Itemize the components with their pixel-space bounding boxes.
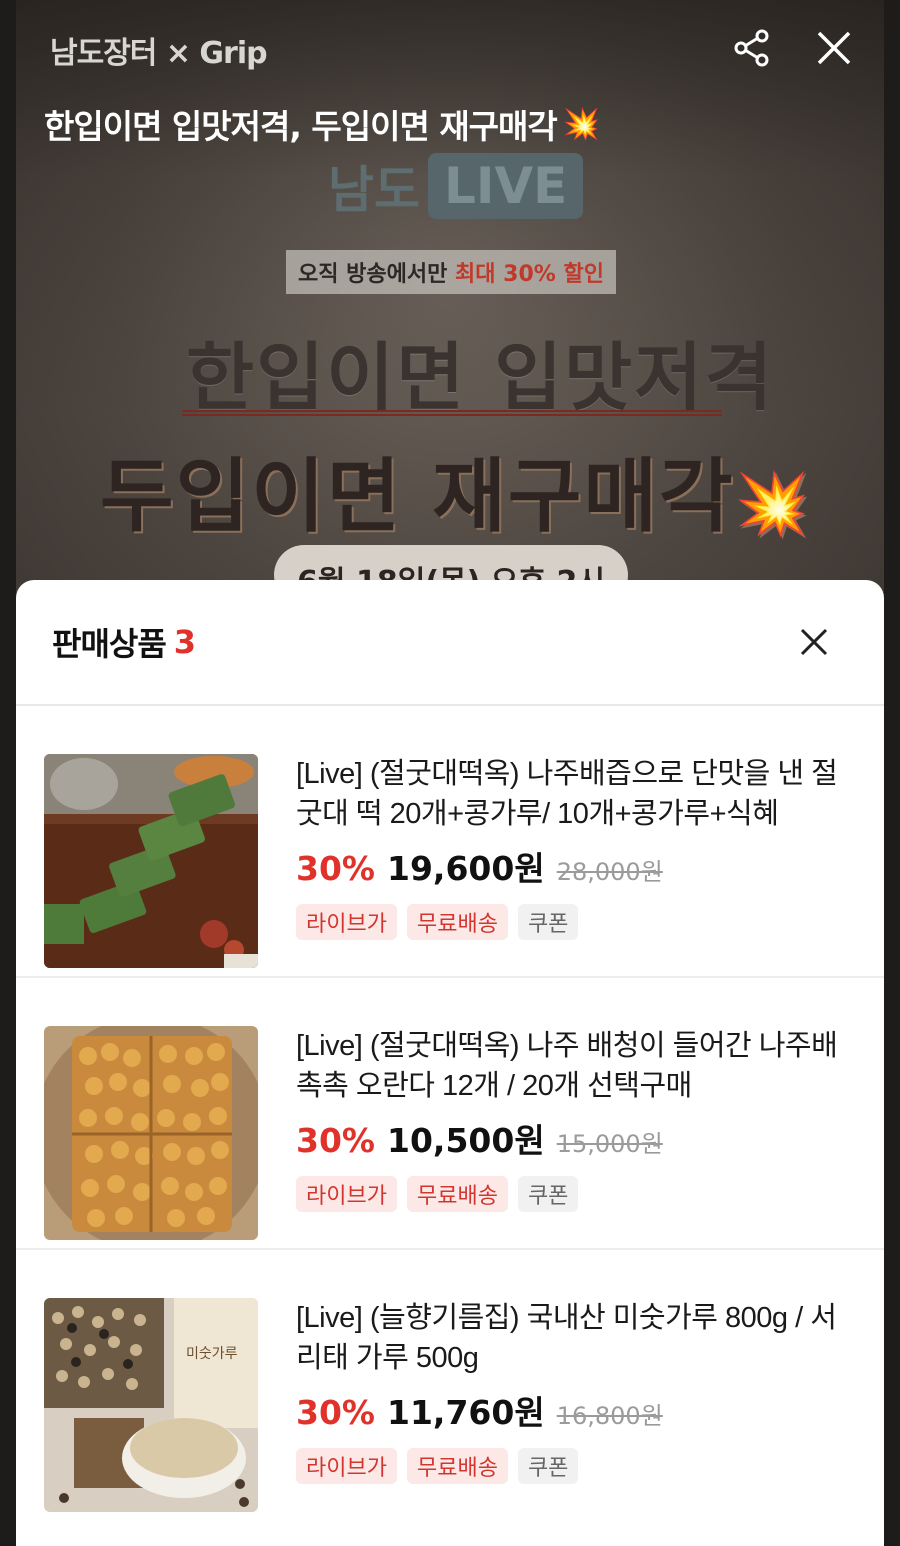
product-tags: 라이브가 무료배송 쿠폰 [296,904,856,940]
product-image-misutgaru: 미숫가루 [44,1298,258,1512]
product-item[interactable]: [Live] (절굿대떡옥) 나주 배청이 들어간 나주배 촉촉 오란다 12개… [16,978,884,1250]
tag-live-price: 라이브가 [296,1176,397,1212]
price-row: 30% 19,600원 28,000원 [296,842,856,890]
discount-strip: 오직 방송에서만 최대 30% 할인 [286,250,616,294]
share-icon[interactable] [730,26,774,70]
sheet-close-button[interactable] [794,622,834,662]
product-name: [Live] (절굿대떡옥) 나주 배청이 들어간 나주배 촉촉 오란다 12개… [296,1030,838,1102]
product-info: [Live] (늘향기름집) 국내산 미숫가루 800g / 서리태 가루 50… [296,1298,856,1522]
product-tags: 라이브가 무료배송 쿠폰 [296,1176,856,1212]
sheet-header: 판매상품 3 [16,580,884,706]
product-name: [Live] (절굿대떡옥) 나주배즙으로 단맛을 낸 절굿대 떡 20개+콩가… [296,758,838,830]
price-row: 30% 10,500원 15,000원 [296,1114,856,1162]
sheet-title: 판매상품 [52,625,167,663]
discount-highlight: 최대 30% 할인 [455,262,604,287]
product-sheet: 판매상품 3 [Live] (절굿대떡옥) 나주배즙으로 단맛을 낸 절굿대 떡… [16,580,884,1546]
explosion-icon: 💥 [734,469,812,539]
discount-rate: 30% [296,1121,375,1160]
poster-headline-2: 두입이면 재구매각💥 [100,432,811,548]
product-info: [Live] (절굿대떡옥) 나주배즙으로 단맛을 낸 절굿대 떡 20개+콩가… [296,754,856,976]
tag-coupon: 쿠폰 [517,1448,579,1484]
top-actions [730,26,856,70]
explosion-icon: 💥 [562,106,600,142]
namdo-logo-text: 남도 [328,161,420,219]
tag-free-shipping: 무료배송 [406,1448,508,1484]
product-item[interactable]: 미숫가루 [Live] (늘향기름집) 국내산 미숫가루 800g / 서리태 … [16,1250,884,1522]
poster-underline [182,410,722,416]
sale-price: 11,760원 [387,1393,545,1432]
top-bar: 남도장터 × Grip [16,0,884,100]
original-price: 15,000원 [556,1130,663,1158]
sale-price: 19,600원 [387,849,545,888]
product-tags: 라이브가 무료배송 쿠폰 [296,1448,856,1484]
product-item[interactable]: [Live] (절굿대떡옥) 나주배즙으로 단맛을 낸 절굿대 떡 20개+콩가… [16,706,884,978]
tag-free-shipping: 무료배송 [406,1176,508,1212]
discount-rate: 30% [296,849,375,888]
product-image-oranda [44,1026,258,1240]
discount-prefix: 오직 방송에서만 [298,262,455,287]
close-icon [800,628,828,656]
sale-price: 10,500원 [387,1121,545,1160]
poster-headline-1: 한입이면 입맛저격 [186,335,775,421]
tag-live-price: 라이브가 [296,904,397,940]
tag-coupon: 쿠폰 [517,1176,579,1212]
discount-rate: 30% [296,1393,375,1432]
tag-free-shipping: 무료배송 [406,904,508,940]
close-icon[interactable] [812,26,856,70]
live-title-text: 한입이면 입맛저격, 두입이면 재구매각 [44,107,558,146]
poster-headline-2-text: 두입이면 재구매각 [100,450,735,543]
price-row: 30% 11,760원 16,800원 [296,1386,856,1434]
product-info: [Live] (절굿대떡옥) 나주 배청이 들어간 나주배 촉촉 오란다 12개… [296,1026,856,1248]
live-title: 한입이면 입맛저격, 두입이면 재구매각 💥 [44,100,600,148]
product-image-rice-cake [44,754,258,968]
tag-live-price: 라이브가 [296,1448,397,1484]
original-price: 28,000원 [556,858,663,886]
original-price: 16,800원 [556,1402,663,1430]
namdo-live-logo: 남도 LIVE [328,150,584,222]
live-logo-badge: LIVE [428,153,584,219]
tag-coupon: 쿠폰 [517,904,579,940]
product-count: 3 [173,623,197,661]
product-name: [Live] (늘향기름집) 국내산 미숫가루 800g / 서리태 가루 50… [296,1302,837,1374]
svg-text:미숫가루: 미숫가루 [186,1346,238,1362]
brand-logo: 남도장터 × Grip [50,36,268,71]
